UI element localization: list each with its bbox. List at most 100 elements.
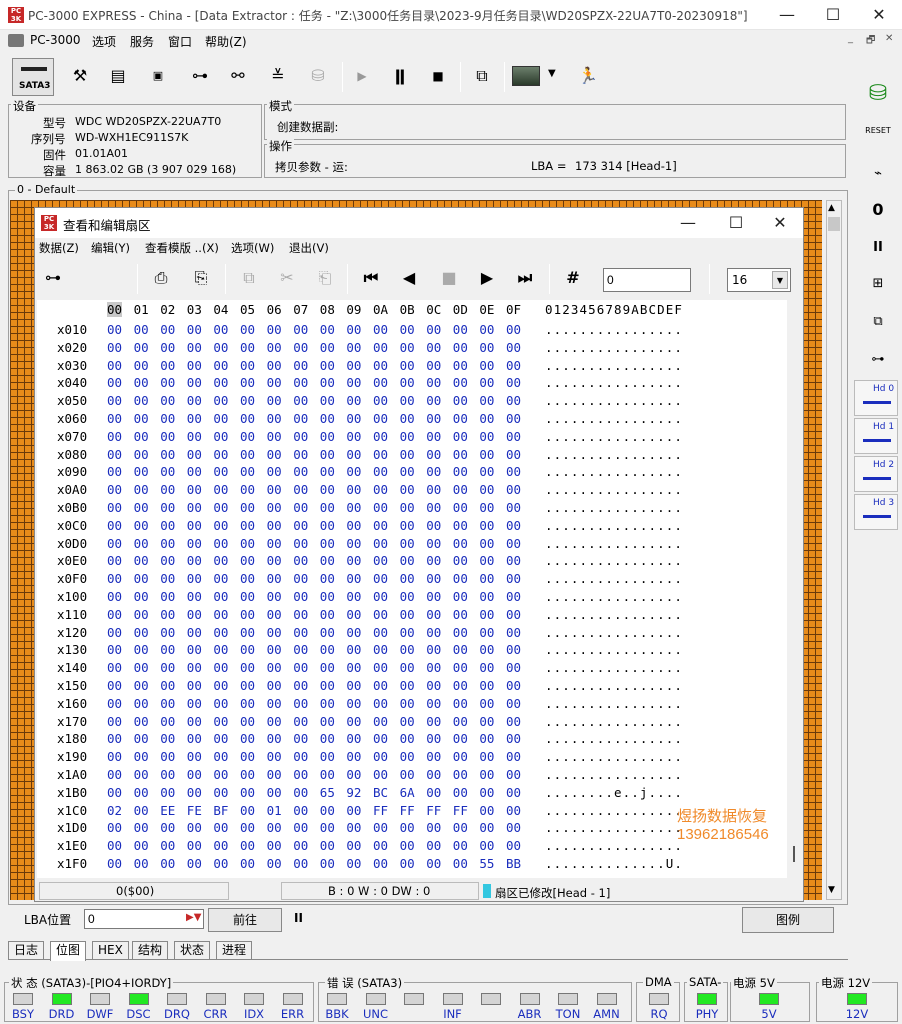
hex-byte[interactable]: 00 <box>320 589 342 604</box>
hex-byte[interactable]: 00 <box>267 696 289 711</box>
hex-byte[interactable]: 00 <box>160 714 182 729</box>
hex-byte[interactable]: 00 <box>293 358 315 373</box>
hex-byte[interactable]: 00 <box>320 678 342 693</box>
hex-row[interactable]: x1F0 00 00 00 00 00 00 00 00 00 00 00 00 00 00 55 BB....… <box>37 856 787 874</box>
lba-pause-button[interactable]: II <box>294 911 303 925</box>
hex-byte[interactable]: 00 <box>346 340 368 355</box>
hex-byte[interactable]: 00 <box>267 642 289 657</box>
hex-byte[interactable]: 00 <box>160 536 182 551</box>
hex-byte[interactable]: 00 <box>453 358 475 373</box>
menu-options[interactable]: 选项 <box>92 33 116 50</box>
hex-byte[interactable]: 00 <box>453 696 475 711</box>
hex-byte[interactable]: 00 <box>346 518 368 533</box>
hex-row[interactable]: x070 00 00 00 00 00 00 00 00 00 00 00 00 00 00 00 00....… <box>37 429 787 447</box>
hex-byte[interactable]: 00 <box>160 642 182 657</box>
hex-byte[interactable]: 00 <box>160 358 182 373</box>
hex-byte[interactable]: 00 <box>293 749 315 764</box>
percent-icon[interactable]: ▣ <box>142 60 174 92</box>
hex-byte[interactable]: 00 <box>479 696 501 711</box>
hex-byte[interactable]: 00 <box>240 589 262 604</box>
hex-byte[interactable]: 00 <box>107 464 129 479</box>
hex-byte[interactable]: 00 <box>240 411 262 426</box>
hex-byte[interactable]: 00 <box>373 607 395 622</box>
hex-byte[interactable]: 00 <box>134 518 156 533</box>
hex-byte[interactable]: 00 <box>346 322 368 337</box>
hex-byte[interactable]: 00 <box>506 464 528 479</box>
hex-byte[interactable]: 00 <box>160 447 182 462</box>
hex-byte[interactable]: 00 <box>453 678 475 693</box>
hex-row[interactable]: x0E0 00 00 00 00 00 00 00 00 00 00 00 00 00 00 00 00....… <box>37 553 787 571</box>
binoculars-icon[interactable]: ⚯ <box>222 60 254 92</box>
hex-byte[interactable]: 00 <box>213 856 235 871</box>
hex-byte[interactable]: 00 <box>320 553 342 568</box>
hex-byte[interactable]: 00 <box>134 625 156 640</box>
hex-byte[interactable]: 00 <box>479 803 501 818</box>
hex-byte[interactable]: EE <box>160 803 182 818</box>
hex-byte[interactable]: 00 <box>134 607 156 622</box>
power-icon[interactable]: ⌁ <box>858 158 898 190</box>
hex-byte[interactable]: 00 <box>506 731 528 746</box>
hex-row[interactable]: x040 00 00 00 00 00 00 00 00 00 00 00 00 00 00 00 00....… <box>37 375 787 393</box>
mdi-minimize-button[interactable]: _ <box>848 33 853 44</box>
hex-byte[interactable]: 00 <box>506 838 528 853</box>
hex-byte[interactable]: 00 <box>293 607 315 622</box>
screenshot-icon[interactable] <box>512 66 540 86</box>
hex-byte[interactable]: 00 <box>107 625 129 640</box>
hex-byte[interactable]: 00 <box>453 589 475 604</box>
hex-byte[interactable]: 00 <box>426 340 448 355</box>
hex-byte[interactable]: 00 <box>346 642 368 657</box>
hex-byte[interactable]: 00 <box>213 714 235 729</box>
hex-byte[interactable]: 00 <box>134 375 156 390</box>
hex-byte[interactable]: 00 <box>240 340 262 355</box>
hex-byte[interactable]: 00 <box>107 696 129 711</box>
hex-byte[interactable]: 00 <box>453 767 475 782</box>
hex-byte[interactable]: 00 <box>213 589 235 604</box>
hex-byte[interactable]: 00 <box>506 714 528 729</box>
hex-byte[interactable]: 00 <box>479 411 501 426</box>
menu-pc3000[interactable]: PC-3000 <box>30 33 80 47</box>
hex-row[interactable]: x060 00 00 00 00 00 00 00 00 00 00 00 00 00 00 00 00....… <box>37 411 787 429</box>
hex-byte[interactable]: 00 <box>240 358 262 373</box>
hex-byte[interactable]: 00 <box>107 358 129 373</box>
hex-byte[interactable]: 00 <box>187 589 209 604</box>
hex-byte[interactable]: 00 <box>213 607 235 622</box>
hex-byte[interactable]: 00 <box>267 482 289 497</box>
hex-byte[interactable]: FF <box>453 803 475 818</box>
hex-byte[interactable]: 00 <box>426 536 448 551</box>
hex-byte[interactable]: 00 <box>453 553 475 568</box>
hex-byte[interactable]: 00 <box>134 856 156 871</box>
hex-byte[interactable]: 00 <box>426 375 448 390</box>
hex-byte[interactable]: 00 <box>213 429 235 444</box>
hex-byte[interactable]: 00 <box>506 553 528 568</box>
stop-icon[interactable]: ■ <box>433 262 465 294</box>
hex-byte[interactable]: 00 <box>400 411 422 426</box>
hex-byte[interactable]: 00 <box>187 322 209 337</box>
hex-byte[interactable]: 00 <box>346 536 368 551</box>
hex-byte[interactable]: 00 <box>213 358 235 373</box>
hex-byte[interactable]: 00 <box>426 660 448 675</box>
hex-byte[interactable]: 00 <box>213 660 235 675</box>
hex-byte[interactable]: 00 <box>187 625 209 640</box>
hex-byte[interactable]: 00 <box>346 625 368 640</box>
hex-byte[interactable]: 00 <box>320 411 342 426</box>
hex-byte[interactable]: 00 <box>400 642 422 657</box>
hex-byte[interactable]: 00 <box>506 375 528 390</box>
hex-byte[interactable]: 00 <box>293 447 315 462</box>
hex-row[interactable]: x140 00 00 00 00 00 00 00 00 00 00 00 00 00 00 00 00....… <box>37 660 787 678</box>
hex-byte[interactable]: 00 <box>293 393 315 408</box>
hex-row[interactable]: x1D0 00 00 00 00 00 00 00 00 00 00 00 00 00 00 00 00....… <box>37 820 787 838</box>
memory-icon[interactable]: ▤ <box>102 60 134 92</box>
hex-byte[interactable]: 00 <box>213 820 235 835</box>
hex-byte[interactable]: 55 <box>479 856 501 871</box>
menu-window[interactable]: 窗口 <box>168 33 192 50</box>
hex-byte[interactable]: 00 <box>426 642 448 657</box>
tab-bitmap[interactable]: 位图 <box>50 941 87 961</box>
hex-byte[interactable]: 00 <box>426 518 448 533</box>
database-icon[interactable]: ⛁ <box>858 78 898 110</box>
hex-byte[interactable]: 00 <box>453 500 475 515</box>
hex-byte[interactable]: 00 <box>134 767 156 782</box>
hex-byte[interactable]: 00 <box>213 625 235 640</box>
hex-byte[interactable]: 00 <box>267 447 289 462</box>
hex-byte[interactable]: 00 <box>160 500 182 515</box>
hex-byte[interactable]: 00 <box>293 482 315 497</box>
